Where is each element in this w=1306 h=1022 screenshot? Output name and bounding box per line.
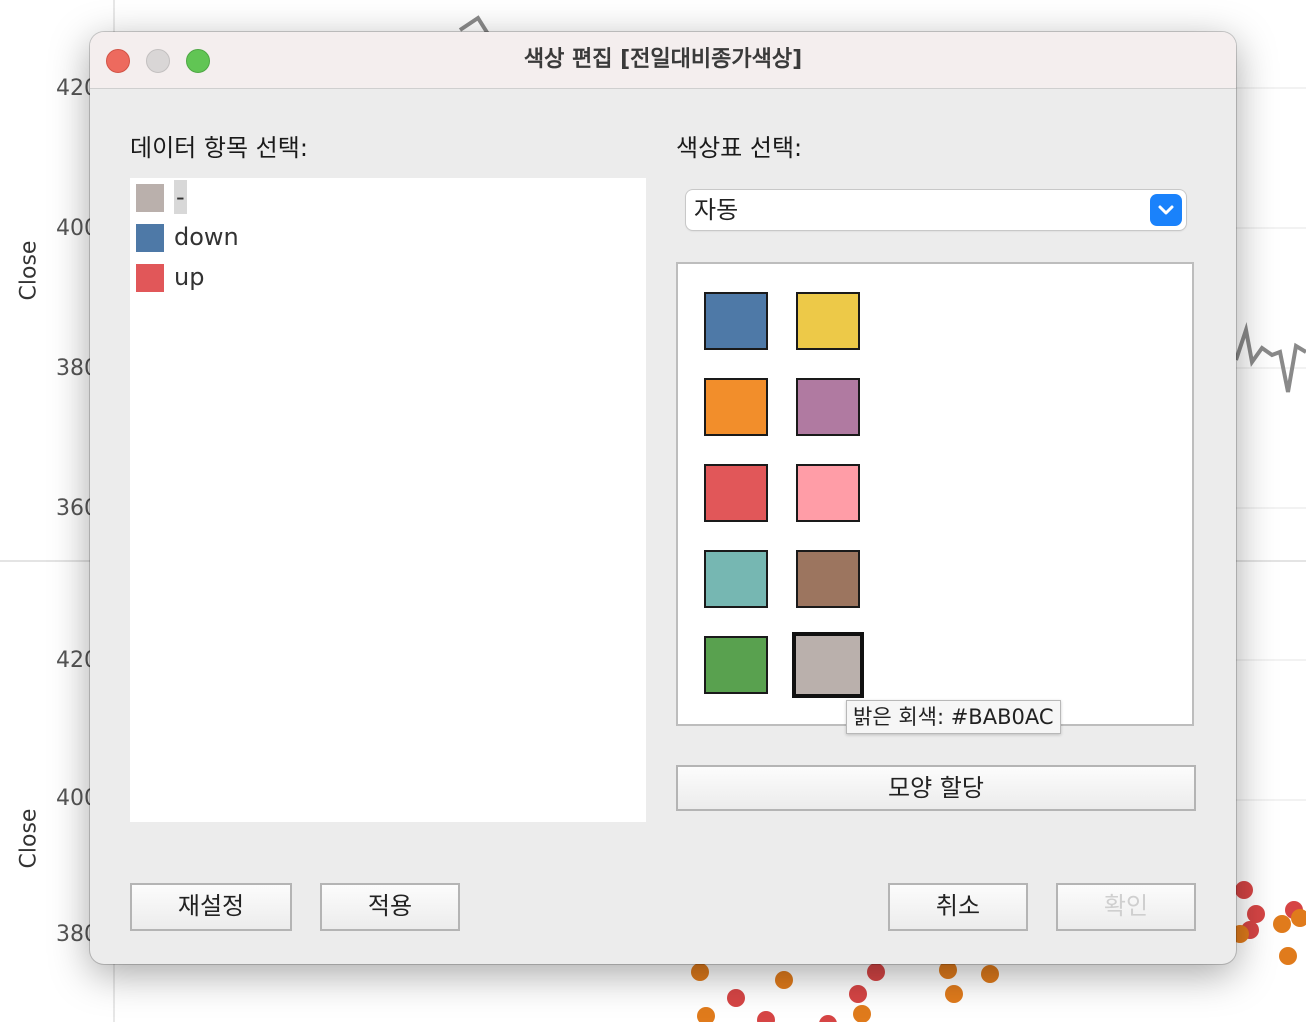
palette-color-cell-selected[interactable] [792, 632, 864, 698]
cancel-button[interactable]: 취소 [888, 883, 1028, 931]
title-bar[interactable]: 색상 편집 [전일대비종가색상] [90, 32, 1236, 89]
palette-color-cell[interactable] [704, 464, 768, 522]
edit-colors-dialog: 색상 편집 [전일대비종가색상] 데이터 항목 선택: 색상표 선택: - do… [90, 32, 1236, 964]
palette-color-cell[interactable] [796, 292, 860, 350]
y-axis-label: Close [16, 808, 42, 869]
palette-color-cell[interactable] [796, 464, 860, 522]
chevron-down-icon[interactable] [1150, 194, 1182, 226]
palette-color-cell[interactable] [796, 378, 860, 436]
color-swatch [136, 264, 164, 292]
palette-color-cell[interactable] [796, 550, 860, 608]
list-item-label: - [174, 180, 187, 214]
list-item-label: up [174, 263, 205, 291]
ok-button[interactable]: 확인 [1056, 883, 1196, 931]
palette-color-cell[interactable] [704, 636, 768, 694]
assign-shape-button[interactable]: 모양 할당 [676, 765, 1196, 811]
y-axis-label: Close [16, 240, 42, 301]
palette-color-cell[interactable] [704, 550, 768, 608]
data-items-label: 데이터 항목 선택: [130, 134, 308, 162]
apply-button[interactable]: 적용 [320, 883, 460, 931]
palette-label: 색상표 선택: [676, 134, 803, 162]
color-palette [676, 262, 1194, 726]
data-items-list[interactable]: - down up [130, 178, 646, 822]
reset-button[interactable]: 재설정 [130, 883, 292, 931]
dialog-title: 색상 편집 [전일대비종가색상] [523, 47, 803, 72]
price-line [1234, 322, 1306, 393]
palette-select-value: 자동 [694, 196, 739, 224]
palette-color-cell[interactable] [704, 378, 768, 436]
list-item-label: down [174, 223, 239, 251]
palette-select[interactable]: 자동 [686, 190, 1186, 230]
color-swatch [136, 184, 164, 212]
color-swatch [136, 224, 164, 252]
color-tooltip: 밝은 회색: #BAB0AC [846, 700, 1061, 734]
palette-color-cell[interactable] [704, 292, 768, 350]
